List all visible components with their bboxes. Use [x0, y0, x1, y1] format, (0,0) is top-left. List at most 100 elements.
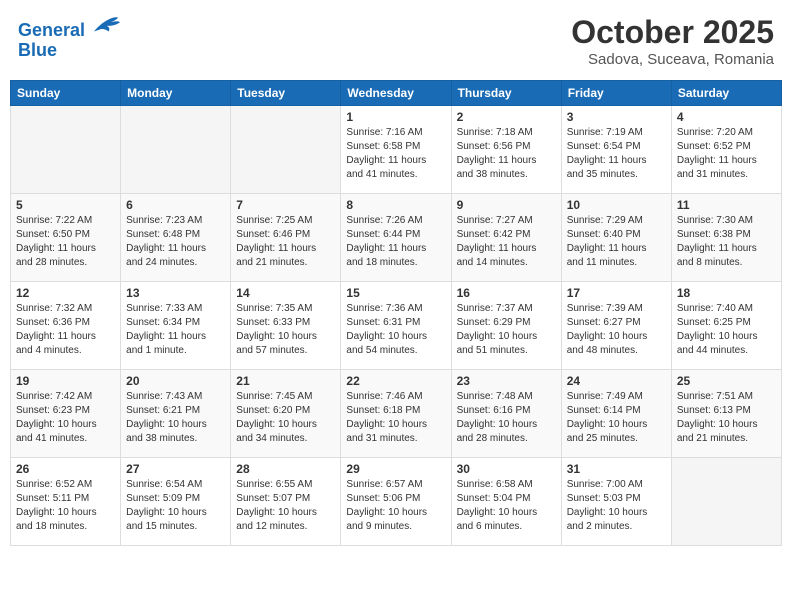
weekday-header-thursday: Thursday: [451, 81, 561, 106]
day-number: 29: [346, 462, 445, 476]
calendar-cell: [11, 106, 121, 194]
day-number: 31: [567, 462, 666, 476]
calendar-week-5: 26Sunrise: 6:52 AM Sunset: 5:11 PM Dayli…: [11, 458, 782, 546]
day-info: Sunrise: 7:16 AM Sunset: 6:58 PM Dayligh…: [346, 126, 445, 182]
page-header: General Blue October 2025 Sadova, Suceav…: [10, 10, 782, 72]
location: Sadova, Suceava, Romania: [571, 51, 774, 68]
calendar-week-4: 19Sunrise: 7:42 AM Sunset: 6:23 PM Dayli…: [11, 370, 782, 458]
day-info: Sunrise: 7:25 AM Sunset: 6:46 PM Dayligh…: [236, 214, 335, 270]
day-info: Sunrise: 7:35 AM Sunset: 6:33 PM Dayligh…: [236, 302, 335, 358]
calendar-cell: 26Sunrise: 6:52 AM Sunset: 5:11 PM Dayli…: [11, 458, 121, 546]
calendar-cell: 13 Sunrise: 7:33 AM Sunset: 6:34 PM Dayli…: [121, 282, 231, 370]
day-info: Sunrise: 7:18 AM Sunset: 6:56 PM Dayligh…: [457, 126, 556, 182]
calendar-cell: 18 Sunrise: 7:40 AM Sunset: 6:25 PM Dayli…: [671, 282, 781, 370]
logo: General Blue: [18, 14, 120, 61]
calendar-cell: 9Sunrise: 7:27 AM Sunset: 6:42 PM Daylig…: [451, 194, 561, 282]
day-info: Sunrise: 7:51 AM Sunset: 6:13 PM Dayligh…: [677, 390, 776, 446]
day-info: Sunrise: 7:49 AM Sunset: 6:14 PM Dayligh…: [567, 390, 666, 446]
calendar-cell: 17 Sunrise: 7:39 AM Sunset: 6:27 PM Dayli…: [561, 282, 671, 370]
day-number: 24: [567, 374, 666, 388]
day-number: 2: [457, 110, 556, 124]
calendar-cell: 6Sunrise: 7:23 AM Sunset: 6:48 PM Daylig…: [121, 194, 231, 282]
day-number: 8: [346, 198, 445, 212]
day-number: 13: [126, 286, 225, 300]
calendar-cell: 27 Sunrise: 6:54 AM Sunset: 5:09 PM Dayli…: [121, 458, 231, 546]
calendar-cell: 11Sunrise: 7:30 AM Sunset: 6:38 PM Dayli…: [671, 194, 781, 282]
day-number: 18: [677, 286, 776, 300]
day-info: Sunrise: 7:43 AM Sunset: 6:21 PM Dayligh…: [126, 390, 225, 446]
calendar-week-2: 5 Sunrise: 7:22 AM Sunset: 6:50 PM Daylig…: [11, 194, 782, 282]
day-info: Sunrise: 7:26 AM Sunset: 6:44 PM Dayligh…: [346, 214, 445, 270]
calendar-cell: 21Sunrise: 7:45 AM Sunset: 6:20 PM Dayli…: [231, 370, 341, 458]
day-info: Sunrise: 7:29 AM Sunset: 6:40 PM Dayligh…: [567, 214, 666, 270]
calendar-cell: 2 Sunrise: 7:18 AM Sunset: 6:56 PM Daylig…: [451, 106, 561, 194]
calendar-cell: 31 Sunrise: 7:00 AM Sunset: 5:03 PM Dayli…: [561, 458, 671, 546]
day-info: Sunrise: 7:40 AM Sunset: 6:25 PM Dayligh…: [677, 302, 776, 358]
day-info: Sunrise: 7:46 AM Sunset: 6:18 PM Dayligh…: [346, 390, 445, 446]
day-info: Sunrise: 7:20 AM Sunset: 6:52 PM Dayligh…: [677, 126, 776, 182]
day-info: Sunrise: 7:00 AM Sunset: 5:03 PM Dayligh…: [567, 478, 666, 534]
day-number: 21: [236, 374, 335, 388]
calendar-week-3: 12 Sunrise: 7:32 AM Sunset: 6:36 PM Dayli…: [11, 282, 782, 370]
logo-blue: Blue: [18, 40, 57, 60]
calendar-cell: 25 Sunrise: 7:51 AM Sunset: 6:13 PM Dayli…: [671, 370, 781, 458]
day-number: 27: [126, 462, 225, 476]
day-number: 19: [16, 374, 115, 388]
calendar-cell: 12 Sunrise: 7:32 AM Sunset: 6:36 PM Dayli…: [11, 282, 121, 370]
day-number: 14: [236, 286, 335, 300]
title-section: October 2025 Sadova, Suceava, Romania: [571, 14, 774, 68]
day-number: 5: [16, 198, 115, 212]
day-info: Sunrise: 7:36 AM Sunset: 6:31 PM Dayligh…: [346, 302, 445, 358]
calendar-cell: [671, 458, 781, 546]
day-info: Sunrise: 7:39 AM Sunset: 6:27 PM Dayligh…: [567, 302, 666, 358]
calendar-cell: 5 Sunrise: 7:22 AM Sunset: 6:50 PM Daylig…: [11, 194, 121, 282]
weekday-header-wednesday: Wednesday: [341, 81, 451, 106]
day-number: 16: [457, 286, 556, 300]
day-number: 7: [236, 198, 335, 212]
calendar-cell: 4 Sunrise: 7:20 AM Sunset: 6:52 PM Daylig…: [671, 106, 781, 194]
logo-general: General: [18, 20, 85, 40]
calendar-table: SundayMondayTuesdayWednesdayThursdayFrid…: [10, 80, 782, 546]
calendar-cell: 20 Sunrise: 7:43 AM Sunset: 6:21 PM Dayli…: [121, 370, 231, 458]
day-info: Sunrise: 6:55 AM Sunset: 5:07 PM Dayligh…: [236, 478, 335, 534]
day-number: 26: [16, 462, 115, 476]
day-number: 17: [567, 286, 666, 300]
day-number: 3: [567, 110, 666, 124]
weekday-header-sunday: Sunday: [11, 81, 121, 106]
weekday-header-row: SundayMondayTuesdayWednesdayThursdayFrid…: [11, 81, 782, 106]
day-number: 12: [16, 286, 115, 300]
day-info: Sunrise: 7:19 AM Sunset: 6:54 PM Dayligh…: [567, 126, 666, 182]
calendar-cell: 30 Sunrise: 6:58 AM Sunset: 5:04 PM Dayli…: [451, 458, 561, 546]
day-number: 15: [346, 286, 445, 300]
day-info: Sunrise: 7:22 AM Sunset: 6:50 PM Dayligh…: [16, 214, 115, 270]
logo-bird-icon: [92, 14, 120, 36]
day-info: Sunrise: 7:37 AM Sunset: 6:29 PM Dayligh…: [457, 302, 556, 358]
calendar-cell: 7 Sunrise: 7:25 AM Sunset: 6:46 PM Daylig…: [231, 194, 341, 282]
weekday-header-saturday: Saturday: [671, 81, 781, 106]
day-info: Sunrise: 6:54 AM Sunset: 5:09 PM Dayligh…: [126, 478, 225, 534]
weekday-header-tuesday: Tuesday: [231, 81, 341, 106]
calendar-cell: 14 Sunrise: 7:35 AM Sunset: 6:33 PM Dayli…: [231, 282, 341, 370]
day-info: Sunrise: 7:33 AM Sunset: 6:34 PM Dayligh…: [126, 302, 225, 358]
day-number: 28: [236, 462, 335, 476]
day-info: Sunrise: 6:58 AM Sunset: 5:04 PM Dayligh…: [457, 478, 556, 534]
day-number: 20: [126, 374, 225, 388]
calendar-cell: 29 Sunrise: 6:57 AM Sunset: 5:06 PM Dayli…: [341, 458, 451, 546]
day-number: 11: [677, 198, 776, 212]
calendar-cell: 8 Sunrise: 7:26 AM Sunset: 6:44 PM Daylig…: [341, 194, 451, 282]
day-number: 1: [346, 110, 445, 124]
day-info: Sunrise: 6:57 AM Sunset: 5:06 PM Dayligh…: [346, 478, 445, 534]
calendar-cell: 22 Sunrise: 7:46 AM Sunset: 6:18 PM Dayli…: [341, 370, 451, 458]
day-info: Sunrise: 7:32 AM Sunset: 6:36 PM Dayligh…: [16, 302, 115, 358]
calendar-cell: [121, 106, 231, 194]
day-number: 22: [346, 374, 445, 388]
day-number: 25: [677, 374, 776, 388]
day-number: 30: [457, 462, 556, 476]
day-info: Sunrise: 7:27 AM Sunset: 6:42 PM Dayligh…: [457, 214, 556, 270]
day-info: Sunrise: 7:48 AM Sunset: 6:16 PM Dayligh…: [457, 390, 556, 446]
day-number: 4: [677, 110, 776, 124]
calendar-cell: 28 Sunrise: 6:55 AM Sunset: 5:07 PM Dayli…: [231, 458, 341, 546]
weekday-header-monday: Monday: [121, 81, 231, 106]
calendar-cell: [231, 106, 341, 194]
calendar-cell: 19Sunrise: 7:42 AM Sunset: 6:23 PM Dayli…: [11, 370, 121, 458]
